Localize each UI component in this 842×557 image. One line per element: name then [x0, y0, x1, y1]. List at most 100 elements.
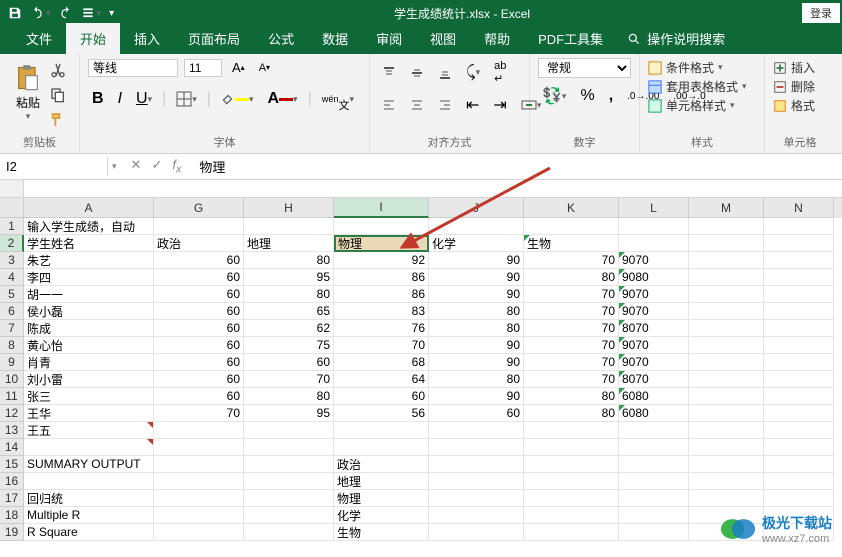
cell[interactable]: 6080 [619, 388, 689, 405]
tab-开始[interactable]: 开始 [66, 23, 120, 54]
row-header[interactable]: 19 [0, 524, 24, 541]
cell[interactable]: 70 [334, 337, 429, 354]
row-header[interactable]: 13 [0, 422, 24, 439]
row-header[interactable]: 7 [0, 320, 24, 337]
cell[interactable]: 学生姓名 [24, 235, 154, 252]
cell[interactable]: 化学 [429, 235, 524, 252]
cell[interactable] [24, 473, 154, 490]
cell[interactable]: 70 [524, 337, 619, 354]
cell[interactable] [524, 439, 619, 456]
cell[interactable]: 物理 [334, 235, 429, 252]
cell[interactable] [689, 286, 764, 303]
cell[interactable] [524, 524, 619, 541]
cell[interactable] [524, 422, 619, 439]
cell[interactable] [154, 218, 244, 235]
cell[interactable]: 80 [244, 388, 334, 405]
cell[interactable] [689, 473, 764, 490]
cell[interactable] [619, 524, 689, 541]
row-header[interactable]: 6 [0, 303, 24, 320]
cell[interactable] [429, 218, 524, 235]
cell[interactable]: 60 [154, 354, 244, 371]
cell[interactable] [429, 507, 524, 524]
cell[interactable] [619, 490, 689, 507]
cell[interactable] [619, 456, 689, 473]
align-middle-icon[interactable] [406, 64, 428, 82]
row-header[interactable]: 11 [0, 388, 24, 405]
row-header[interactable]: 17 [0, 490, 24, 507]
cell[interactable]: 70 [244, 371, 334, 388]
cell[interactable]: 62 [244, 320, 334, 337]
accounting-format-icon[interactable]: 💱▾ [538, 84, 570, 108]
cell[interactable]: 9070 [619, 354, 689, 371]
cell[interactable] [154, 456, 244, 473]
format-painter-icon[interactable] [50, 112, 66, 133]
cell[interactable]: 物理 [334, 490, 429, 507]
cell[interactable]: R Square [24, 524, 154, 541]
align-top-icon[interactable] [378, 64, 400, 82]
cut-icon[interactable] [50, 62, 66, 83]
cell[interactable]: 95 [244, 269, 334, 286]
cell[interactable]: 60 [334, 388, 429, 405]
paste-button[interactable]: 粘贴 ▾ [8, 58, 48, 133]
cell[interactable] [689, 371, 764, 388]
cell[interactable]: 95 [244, 405, 334, 422]
row-header[interactable]: 15 [0, 456, 24, 473]
insert-cells-button[interactable]: 插入 [773, 58, 827, 77]
cell[interactable]: 70 [524, 303, 619, 320]
cell[interactable]: 80 [429, 371, 524, 388]
cell[interactable] [154, 490, 244, 507]
column-header[interactable]: I [334, 198, 429, 218]
cell[interactable] [334, 439, 429, 456]
cell[interactable]: 生物 [524, 235, 619, 252]
cell[interactable] [764, 252, 834, 269]
cell[interactable] [619, 473, 689, 490]
cell[interactable] [689, 456, 764, 473]
cell[interactable]: 86 [334, 286, 429, 303]
cell[interactable] [244, 422, 334, 439]
cell[interactable]: 60 [154, 337, 244, 354]
cell[interactable] [689, 490, 764, 507]
format-cells-button[interactable]: 格式 [773, 96, 827, 115]
decrease-indent-icon[interactable]: ⇤ [462, 93, 483, 117]
align-center-icon[interactable] [406, 96, 428, 114]
cell[interactable]: SUMMARY OUTPUT [24, 456, 154, 473]
cell[interactable] [154, 439, 244, 456]
cell[interactable] [429, 473, 524, 490]
cell[interactable]: 80 [524, 388, 619, 405]
row-header[interactable]: 5 [0, 286, 24, 303]
conditional-format-button[interactable]: 条件格式▾ [648, 58, 756, 77]
number-format-select[interactable]: 常规 [538, 58, 631, 78]
phonetic-button[interactable]: wén文▾ [318, 83, 358, 115]
tell-me-search[interactable]: 操作说明搜索 [617, 23, 735, 54]
font-size-select[interactable] [184, 59, 222, 77]
cell[interactable]: 65 [244, 303, 334, 320]
cell[interactable] [334, 218, 429, 235]
cell[interactable] [764, 337, 834, 354]
cell[interactable]: 80 [244, 252, 334, 269]
increase-font-icon[interactable]: A▴ [228, 58, 249, 77]
column-header[interactable]: J [429, 198, 524, 218]
row-header[interactable]: 12 [0, 405, 24, 422]
cell[interactable] [619, 439, 689, 456]
cell[interactable]: 80 [244, 286, 334, 303]
cell[interactable]: 90 [429, 388, 524, 405]
cell[interactable]: 8070 [619, 371, 689, 388]
cell[interactable]: 张三 [24, 388, 154, 405]
cell[interactable]: 80 [524, 405, 619, 422]
cell[interactable]: 李四 [24, 269, 154, 286]
tab-视图[interactable]: 视图 [416, 23, 470, 54]
column-header[interactable]: H [244, 198, 334, 218]
cell[interactable]: 60 [244, 354, 334, 371]
qat-customize-icon[interactable]: ▾ [109, 8, 114, 19]
cell[interactable]: 60 [154, 303, 244, 320]
column-header[interactable]: A [24, 198, 154, 218]
cell[interactable]: 肖青 [24, 354, 154, 371]
row-header[interactable]: 1 [0, 218, 24, 235]
cell[interactable]: 70 [524, 252, 619, 269]
cell[interactable] [24, 439, 154, 456]
cell[interactable]: 政治 [154, 235, 244, 252]
format-table-button[interactable]: 套用表格格式▾ [648, 77, 756, 96]
cell[interactable] [619, 422, 689, 439]
cell[interactable] [689, 388, 764, 405]
cell[interactable] [764, 422, 834, 439]
